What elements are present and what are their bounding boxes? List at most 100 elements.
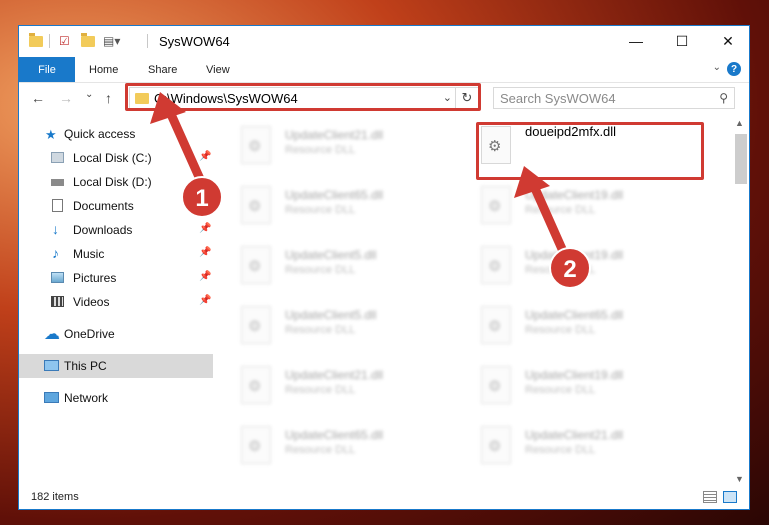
- sidebar-item-music[interactable]: ♪ Music 📌: [19, 242, 213, 266]
- dll-gear-icon: [241, 246, 271, 284]
- star-icon: ★: [45, 127, 57, 142]
- network-icon: [44, 392, 59, 403]
- sidebar-item-documents[interactable]: Documents 📌: [19, 194, 213, 218]
- pin-icon[interactable]: 📌: [199, 271, 211, 282]
- vertical-scrollbar[interactable]: ▲ ▼: [733, 116, 747, 486]
- sidebar-item-label: Videos: [73, 295, 110, 309]
- file-name: UpdateClient5.dll: [285, 308, 377, 322]
- dll-gear-icon: [481, 306, 511, 344]
- tab-share[interactable]: Share: [148, 57, 177, 82]
- address-highlight-box: [125, 83, 481, 111]
- file-highlight-box: [476, 122, 704, 180]
- new-folder-icon[interactable]: [81, 32, 95, 49]
- document-icon: [52, 199, 63, 212]
- pin-icon[interactable]: 📌: [199, 223, 211, 234]
- search-input[interactable]: Search SysWOW64 ⚲: [493, 87, 735, 109]
- file-item[interactable]: UpdateClient65.dll Resource DLL: [459, 300, 679, 358]
- file-item[interactable]: UpdateClient21.dll Resource DLL: [219, 360, 439, 418]
- file-type: Resource DLL: [525, 444, 596, 456]
- film-icon: [51, 296, 64, 307]
- up-button[interactable]: ↑: [105, 90, 112, 106]
- drive-icon: [51, 152, 64, 163]
- dll-gear-icon: [481, 366, 511, 404]
- window-title: SysWOW64: [159, 34, 230, 49]
- ribbon-expand-chevron-icon[interactable]: ⌄: [713, 62, 721, 73]
- sidebar-item-label: Local Disk (D:): [73, 175, 152, 189]
- sidebar-item-label: Documents: [73, 199, 134, 213]
- minimize-button[interactable]: —: [613, 26, 659, 56]
- file-name: UpdateClient65.dll: [285, 188, 384, 202]
- file-item[interactable]: UpdateClient65.dll Resource DLL: [219, 180, 439, 238]
- tab-view[interactable]: View: [206, 57, 230, 82]
- scrollbar-thumb[interactable]: [735, 134, 747, 184]
- sidebar-item-label: OneDrive: [64, 327, 115, 341]
- file-item[interactable]: UpdateClient21.dll Resource DLL: [459, 420, 679, 478]
- file-item[interactable]: UpdateClient5.dll Resource DLL: [219, 300, 439, 358]
- sidebar-item-downloads[interactable]: ↓ Downloads 📌: [19, 218, 213, 242]
- navigation-bar: ← → ⌄ ↑ C:\Windows\SysWOW64 ⌄ ↻ Search S…: [19, 83, 749, 113]
- help-icon[interactable]: ?: [727, 62, 741, 76]
- sidebar-item-videos[interactable]: Videos 📌: [19, 290, 213, 314]
- sidebar-item-onedrive[interactable]: ☁ OneDrive: [19, 322, 213, 346]
- tab-home[interactable]: Home: [89, 57, 118, 82]
- file-item[interactable]: UpdateClient65.dll Resource DLL: [219, 420, 439, 478]
- sidebar-item-quick-access[interactable]: ★ Quick access: [19, 122, 213, 146]
- sidebar-item-local-disk-c[interactable]: Local Disk (C:) 📌: [19, 146, 213, 170]
- pin-icon[interactable]: 📌: [199, 151, 211, 162]
- file-type: Resource DLL: [285, 144, 356, 156]
- details-view-icon[interactable]: [703, 491, 717, 503]
- recent-locations-button[interactable]: ⌄: [85, 89, 93, 100]
- back-button[interactable]: ←: [31, 90, 45, 106]
- search-placeholder: Search SysWOW64: [500, 91, 616, 106]
- dll-gear-icon: [481, 246, 511, 284]
- file-item[interactable]: UpdateClient5.dll Resource DLL: [219, 240, 439, 298]
- file-type: Resource DLL: [525, 384, 596, 396]
- sidebar-item-label: Downloads: [73, 223, 133, 237]
- tab-file[interactable]: File: [19, 57, 75, 82]
- file-name: UpdateClient19.dll: [525, 188, 624, 202]
- toolbar-separator: [49, 33, 50, 49]
- file-item[interactable]: UpdateClient21.dll Resource DLL: [219, 120, 439, 178]
- computer-icon: [44, 360, 59, 371]
- drive-icon: [51, 179, 64, 186]
- sidebar-item-pictures[interactable]: Pictures 📌: [19, 266, 213, 290]
- music-note-icon: ♪: [52, 245, 59, 261]
- close-button[interactable]: ✕: [705, 26, 751, 56]
- title-separator: [147, 33, 148, 49]
- file-name: UpdateClient21.dll: [525, 428, 624, 442]
- sidebar-item-label: Music: [73, 247, 105, 261]
- file-name: UpdateClient19.dll: [525, 248, 624, 262]
- file-name: UpdateClient65.dll: [285, 428, 384, 442]
- sidebar-item-this-pc[interactable]: This PC: [19, 354, 213, 378]
- file-explorer-window: ☑ ▤▾ SysWOW64 — ☐ ✕ File Home Share View…: [18, 25, 750, 510]
- file-item[interactable]: UpdateClient19.dll Resource DLL: [459, 360, 679, 418]
- file-name: UpdateClient19.dll: [525, 368, 624, 382]
- scroll-up-arrow-icon[interactable]: ▲: [735, 118, 744, 128]
- sidebar-item-local-disk-d[interactable]: Local Disk (D:): [19, 170, 213, 194]
- file-type: Resource DLL: [285, 384, 356, 396]
- picture-icon: [51, 272, 64, 283]
- scroll-down-arrow-icon[interactable]: ▼: [735, 474, 744, 484]
- search-icon[interactable]: ⚲: [719, 91, 728, 105]
- forward-button[interactable]: →: [59, 90, 73, 106]
- pin-icon[interactable]: 📌: [199, 199, 211, 210]
- file-item[interactable]: UpdateClient19.dll Resource DLL: [459, 240, 679, 298]
- dll-gear-icon: [241, 366, 271, 404]
- pin-icon[interactable]: 📌: [199, 295, 211, 306]
- properties-check-icon[interactable]: ☑: [59, 33, 70, 49]
- sidebar-item-label: Pictures: [73, 271, 117, 285]
- file-type: Resource DLL: [525, 204, 596, 216]
- status-bar: 182 items: [19, 487, 749, 509]
- large-icons-view-icon[interactable]: [723, 491, 737, 503]
- dll-gear-icon: [241, 306, 271, 344]
- file-type: Resource DLL: [285, 204, 356, 216]
- file-name: UpdateClient21.dll: [285, 368, 384, 382]
- maximize-button[interactable]: ☐: [659, 26, 705, 56]
- file-item[interactable]: UpdateClient19.dll Resource DLL: [459, 180, 679, 238]
- ribbon: File Home Share View ⌄ ?: [19, 57, 749, 83]
- sidebar-item-network[interactable]: Network: [19, 386, 213, 410]
- pin-icon[interactable]: 📌: [199, 247, 211, 258]
- quick-access-folder-icon[interactable]: [29, 32, 43, 49]
- customize-toolbar-icon[interactable]: ▤▾: [103, 33, 120, 49]
- dll-gear-icon: [481, 186, 511, 224]
